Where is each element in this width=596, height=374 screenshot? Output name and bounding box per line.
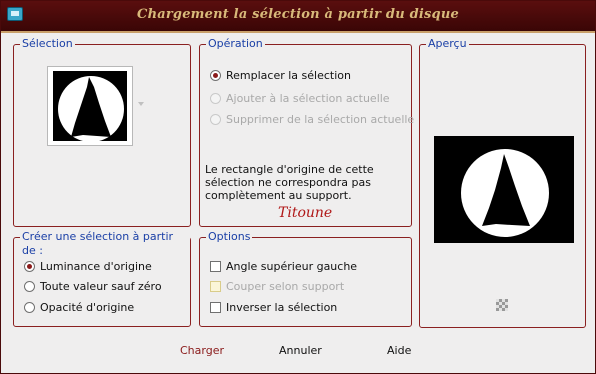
chevron-down-icon[interactable]: [138, 102, 144, 106]
preview-group: Aperçu: [419, 37, 586, 328]
radio-label: Ajouter à la sélection actuelle: [226, 91, 390, 105]
title-bar[interactable]: Chargement la sélection à partir du disq…: [1, 1, 595, 31]
checkbox[interactable]: [210, 260, 221, 272]
selection-thumbnail-dropdown[interactable]: [47, 66, 133, 146]
help-button[interactable]: Aide: [387, 342, 411, 358]
radio-source-luminance[interactable]: Luminance d'origine: [24, 258, 152, 274]
radio-label: Supprimer de la sélection actuelle: [226, 112, 415, 126]
checkbox-clip-to-canvas[interactable]: Couper selon support: [210, 278, 344, 294]
radio-replace-selection[interactable]: Remplacer la sélection: [210, 67, 351, 83]
radio-label: Remplacer la sélection: [226, 68, 351, 82]
radio-label: Toute valeur sauf zéro: [40, 279, 162, 293]
note-line: Le rectangle d'origine de cette: [205, 163, 374, 176]
preview-legend: Aperçu: [426, 37, 469, 51]
radio-add-to-selection[interactable]: Ajouter à la sélection actuelle: [210, 90, 390, 106]
radio-button[interactable]: [210, 69, 221, 81]
options-legend: Options: [206, 230, 253, 244]
window-title: Chargement la sélection à partir du disq…: [137, 7, 459, 22]
radio-button[interactable]: [24, 260, 35, 272]
create-selection-group: Créer une sélection à partir de : Lumina…: [13, 230, 191, 327]
radio-button[interactable]: [24, 280, 35, 292]
selection-group: Sélection: [13, 37, 191, 227]
selection-legend: Sélection: [20, 37, 75, 51]
preview-image: [434, 136, 574, 243]
radio-button[interactable]: [24, 301, 35, 313]
mismatch-note: Le rectangle d'origine de cette sélectio…: [205, 163, 405, 202]
cancel-button[interactable]: Annuler: [279, 342, 322, 358]
selection-thumbnail-image: [58, 76, 124, 141]
operation-group: Opération Remplacer la sélection Ajouter…: [199, 37, 414, 227]
checkbox-label: Couper selon support: [226, 279, 345, 293]
preview-selection-shape: [461, 149, 549, 237]
checkbox[interactable]: [210, 280, 221, 292]
checkbox-label: Angle supérieur gauche: [226, 259, 358, 273]
radio-button[interactable]: [210, 92, 221, 104]
radio-subtract-selection[interactable]: Supprimer de la sélection actuelle: [210, 111, 414, 127]
checkbox-invert-selection[interactable]: Inverser la sélection: [210, 299, 337, 315]
radio-button[interactable]: [210, 113, 221, 125]
radio-label: Luminance d'origine: [40, 259, 152, 273]
signature-watermark: Titoune: [278, 205, 333, 221]
note-line: sélection ne correspondra pas: [205, 176, 371, 189]
checkbox-top-left-corner[interactable]: Angle supérieur gauche: [210, 258, 357, 274]
radio-label: Opacité d'origine: [40, 300, 135, 314]
title-separator: [1, 31, 595, 33]
dialog-window: Chargement la sélection à partir du disq…: [0, 0, 596, 374]
transparency-icon: [496, 299, 508, 311]
operation-legend: Opération: [206, 37, 265, 51]
radio-source-opacity[interactable]: Opacité d'origine: [24, 299, 134, 315]
checkbox-label: Inverser la sélection: [226, 300, 338, 314]
radio-any-nonzero[interactable]: Toute valeur sauf zéro: [24, 278, 162, 294]
options-group: Options Angle supérieur gauche Couper se…: [199, 230, 412, 327]
load-button[interactable]: Charger: [180, 342, 224, 358]
create-selection-legend: Créer une sélection à partir de :: [20, 230, 190, 258]
checkbox[interactable]: [210, 301, 221, 313]
note-line: complètement au support.: [205, 189, 352, 202]
